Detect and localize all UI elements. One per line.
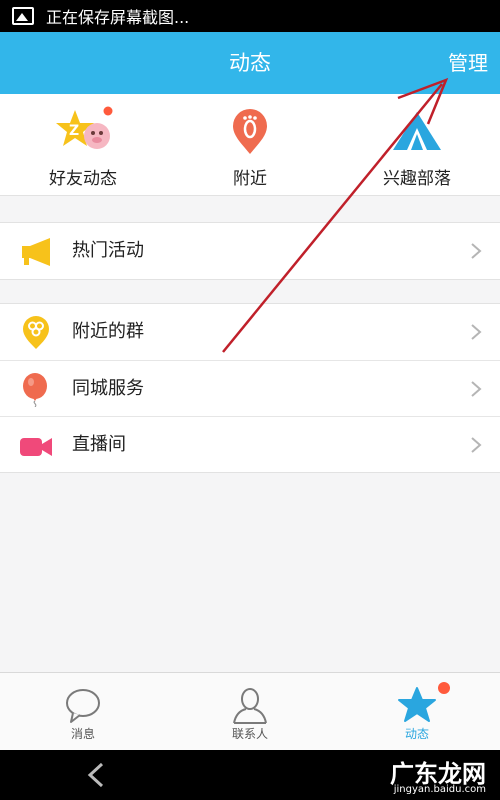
- tab-messages[interactable]: 消息: [0, 673, 166, 751]
- contacts-person-icon: [233, 688, 267, 724]
- friends-feed-star-icon: Z: [56, 106, 113, 149]
- list-item-label: 同城服务: [72, 378, 144, 399]
- manage-button[interactable]: 管理: [448, 32, 488, 94]
- tab-contacts[interactable]: 联系人: [167, 673, 333, 751]
- shortcut-label: 附近: [233, 169, 267, 189]
- watermark-url: jingyan.baidu.com: [393, 784, 486, 795]
- tab-label: 联系人: [231, 727, 268, 741]
- list-item-live-room[interactable]: 直播间: [0, 416, 500, 472]
- notification-dot: [438, 682, 450, 694]
- screenshot-icon: [12, 7, 34, 25]
- list-item-label: 直播间: [72, 434, 126, 455]
- shortcut-label: 好友动态: [49, 169, 117, 189]
- status-text: 正在保存屏幕截图...: [46, 8, 190, 27]
- shortcut-interest-tribe[interactable]: 兴趣部落: [334, 94, 500, 196]
- notification-dot: [103, 106, 113, 116]
- list-group-local: 附近的群 同城服务 直播间: [0, 303, 500, 473]
- interest-tribe-tent-icon: [393, 112, 441, 150]
- megaphone-icon: [22, 238, 50, 266]
- shortcut-nearby[interactable]: 附近: [167, 94, 333, 196]
- svg-text:Z: Z: [69, 123, 79, 139]
- title-bar: 动态 管理: [0, 32, 500, 94]
- video-camera-icon: [20, 438, 52, 456]
- list-group-hot: 热门活动: [0, 222, 500, 280]
- tab-label: 动态: [404, 727, 429, 741]
- nearby-footprint-icon: [233, 109, 267, 154]
- bottom-tab-bar: 消息 联系人 动态: [0, 672, 500, 750]
- star-icon: [398, 687, 436, 722]
- watermark: 广东龙网 jingyan.baidu.com: [356, 752, 486, 798]
- chevron-right-icon: [471, 437, 482, 453]
- page-title: 动态: [229, 51, 271, 75]
- list-item-city-services[interactable]: 同城服务: [0, 360, 500, 416]
- list-item-label: 热门活动: [72, 240, 144, 261]
- tab-label: 消息: [70, 727, 95, 741]
- shortcut-bar: Z 好友动态 附近 兴趣部落: [0, 94, 500, 196]
- balloon-icon: [23, 373, 47, 407]
- shortcut-friends-feed[interactable]: Z 好友动态: [0, 94, 166, 196]
- chevron-right-icon: [471, 324, 482, 340]
- chat-bubble-icon: [66, 689, 100, 723]
- list-item-hot-activities[interactable]: 热门活动: [0, 223, 500, 279]
- chevron-right-icon: [471, 381, 482, 397]
- list-item-label: 附近的群: [72, 321, 144, 342]
- list-item-nearby-groups[interactable]: 附近的群: [0, 304, 500, 360]
- status-bar: 正在保存屏幕截图...: [0, 0, 500, 32]
- chevron-right-icon: [471, 243, 482, 259]
- nearby-group-icon: [23, 316, 49, 349]
- shortcut-label: 兴趣部落: [383, 169, 451, 189]
- tab-feed[interactable]: 动态: [334, 673, 500, 751]
- back-arrow-icon[interactable]: [86, 762, 106, 788]
